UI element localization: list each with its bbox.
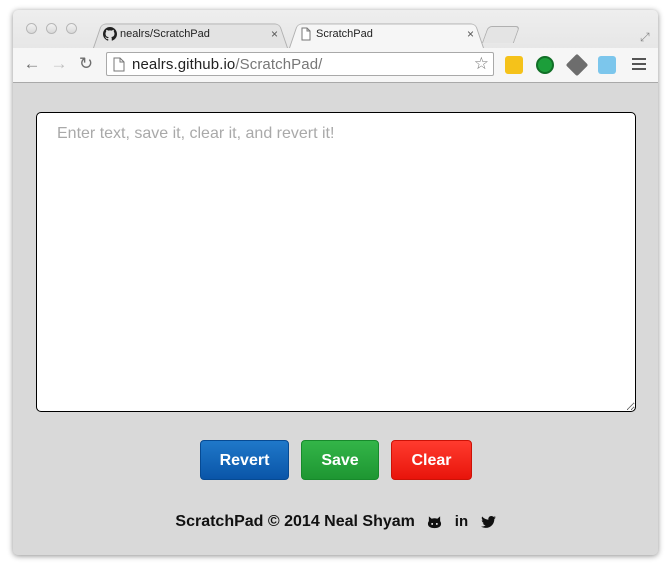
address-bar[interactable]: nealrs.github.io/ScratchPad/ ☆ <box>106 52 494 76</box>
github-icon[interactable] <box>427 515 442 529</box>
footer: ScratchPad © 2014 Neal Shyam in <box>13 513 658 531</box>
close-tab-icon[interactable]: × <box>467 27 474 41</box>
close-window-button[interactable] <box>26 23 37 34</box>
reload-button[interactable]: ↻ <box>76 54 96 74</box>
page-icon <box>113 57 125 72</box>
minimize-window-button[interactable] <box>46 23 57 34</box>
extension-icon[interactable] <box>598 56 616 74</box>
menu-icon[interactable] <box>632 58 646 73</box>
tab-title: ScratchPad <box>316 28 373 40</box>
forward-button[interactable]: → <box>49 54 69 74</box>
tab-title: nealrs/ScratchPad <box>120 28 210 40</box>
page-content: Revert Save Clear ScratchPad © 2014 Neal… <box>13 83 658 555</box>
revert-button[interactable]: Revert <box>200 440 289 480</box>
linkedin-icon[interactable]: in <box>455 513 468 530</box>
url-text: nealrs.github.io/ScratchPad/ <box>132 56 322 73</box>
url-path: /ScratchPad/ <box>235 56 323 73</box>
extension-icon[interactable] <box>536 56 554 74</box>
page-icon <box>301 27 311 41</box>
clear-button[interactable]: Clear <box>391 440 472 480</box>
twitter-icon[interactable] <box>480 515 496 528</box>
star-icon[interactable]: ☆ <box>474 54 489 74</box>
fullscreen-icon[interactable]: ⤢ <box>640 30 650 45</box>
close-tab-icon[interactable]: × <box>271 27 278 41</box>
zoom-window-button[interactable] <box>66 23 77 34</box>
footer-text: ScratchPad © 2014 Neal Shyam <box>175 513 415 530</box>
back-button[interactable]: ← <box>22 54 42 74</box>
scratchpad-textarea[interactable] <box>36 112 636 412</box>
extension-icon[interactable] <box>505 56 523 74</box>
tab-scratchpad[interactable]: ScratchPad × <box>289 21 484 48</box>
browser-chrome: nealrs/ScratchPad × ScratchPad × ⤢ ← → ↻… <box>13 10 658 83</box>
tab-github[interactable]: nealrs/ScratchPad × <box>93 21 288 48</box>
url-host: nealrs.github.io <box>132 56 236 73</box>
new-tab-button[interactable] <box>481 26 521 43</box>
github-icon <box>103 27 117 41</box>
browser-toolbar: ← → ↻ nealrs.github.io/ScratchPad/ ☆ <box>13 48 658 82</box>
extension-icon[interactable] <box>565 53 589 77</box>
browser-window: nealrs/ScratchPad × ScratchPad × ⤢ ← → ↻… <box>13 10 658 555</box>
save-button[interactable]: Save <box>301 440 379 480</box>
